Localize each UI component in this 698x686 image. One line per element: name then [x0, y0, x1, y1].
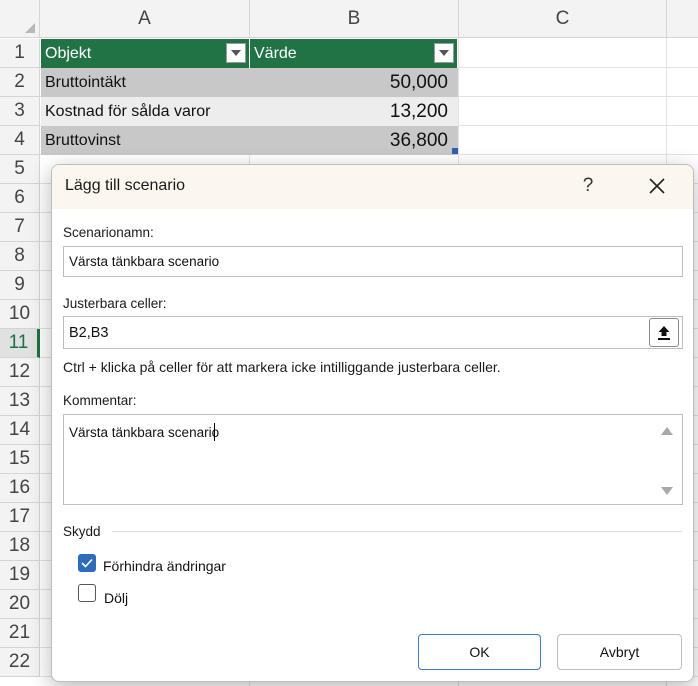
column-header-c[interactable]: C — [459, 0, 667, 38]
table-cell[interactable]: Kostnad för sålda varor — [41, 97, 250, 126]
comment-text: Värsta tänkbara scenario — [69, 425, 220, 440]
row-header-2[interactable]: 2 — [0, 68, 40, 97]
row-header-7[interactable]: 7 — [0, 213, 40, 242]
collapse-dialog-button[interactable] — [649, 318, 679, 347]
prevent-changes-label[interactable]: Förhindra ändringar — [103, 558, 226, 574]
row-header-12[interactable]: 12 — [0, 358, 40, 387]
row-header-22[interactable]: 22 — [0, 648, 40, 677]
row-header-19[interactable]: 19 — [0, 561, 40, 590]
row-header-8[interactable]: 8 — [0, 242, 40, 271]
comment-label: Kommentar: — [63, 393, 137, 408]
row-header-1[interactable]: 1 — [0, 39, 40, 68]
filter-dropdown-icon[interactable] — [434, 43, 454, 63]
upload-arrow-icon — [658, 326, 670, 340]
row-header-21[interactable]: 21 — [0, 619, 40, 648]
changing-cells-label: Justerbara celler: — [63, 296, 167, 311]
row-header-10[interactable]: 10 — [0, 300, 40, 329]
row-header-15[interactable]: 15 — [0, 445, 40, 474]
column-header-b[interactable]: B — [250, 0, 459, 38]
row-header-13[interactable]: 13 — [0, 387, 40, 416]
scroll-down-arrow-icon[interactable] — [661, 487, 673, 495]
filter-dropdown-icon[interactable] — [226, 43, 246, 63]
close-button[interactable] — [642, 171, 672, 201]
row-header-3[interactable]: 3 — [0, 97, 40, 126]
column-header-a[interactable]: A — [40, 0, 250, 38]
checkmark-icon — [81, 558, 93, 568]
table-header-label: Objekt — [45, 44, 92, 62]
row-header-5[interactable]: 5 — [0, 155, 40, 184]
ok-button[interactable]: OK — [418, 634, 541, 670]
dialog-title: Lägg till scenario — [65, 177, 186, 194]
table-header-label: Värde — [254, 44, 297, 62]
row-header-11[interactable]: 11 — [0, 329, 40, 358]
protection-separator — [112, 531, 682, 532]
row-header-14[interactable]: 14 — [0, 416, 40, 445]
table-cell[interactable]: 36,800 — [250, 126, 458, 155]
table-header-objekt[interactable]: Objekt — [41, 39, 250, 68]
table-cell[interactable]: Bruttointäkt — [41, 68, 250, 97]
row-header-6[interactable]: 6 — [0, 184, 40, 213]
table-cell[interactable]: Bruttovinst — [41, 126, 250, 155]
row-header-20[interactable]: 20 — [0, 590, 40, 619]
select-all-corner[interactable] — [0, 0, 40, 38]
scroll-up-arrow-icon[interactable] — [661, 427, 673, 435]
help-button[interactable]: ? — [574, 171, 602, 201]
dialog-titlebar: Lägg till scenario ? — [52, 165, 693, 209]
cancel-button[interactable]: Avbryt — [557, 634, 682, 670]
column-header-d[interactable] — [667, 0, 698, 38]
row-header-4[interactable]: 4 — [0, 126, 40, 155]
table-resize-handle[interactable] — [452, 148, 458, 154]
text-cursor — [214, 423, 215, 441]
scenario-name-input[interactable]: Värsta tänkbara scenario — [63, 246, 683, 277]
protection-label: Skydd — [63, 524, 101, 539]
row-header-16[interactable]: 16 — [0, 474, 40, 503]
changing-cells-input[interactable]: B2,B3 — [63, 316, 683, 349]
select-all-triangle-icon — [25, 23, 35, 33]
hide-label[interactable]: Dölj — [104, 590, 128, 606]
add-scenario-dialog: Lägg till scenario ? Scenarionamn: Värst… — [51, 164, 694, 682]
changing-cells-hint: Ctrl + klicka på celler för att markera … — [63, 359, 501, 375]
row-header-9[interactable]: 9 — [0, 271, 40, 300]
row-header-18[interactable]: 18 — [0, 532, 40, 561]
hide-checkbox[interactable] — [78, 584, 96, 602]
changing-cells-value: B2,B3 — [69, 324, 109, 341]
close-icon — [649, 178, 665, 194]
row-header-17[interactable]: 17 — [0, 503, 40, 532]
table-header-varde[interactable]: Värde — [250, 39, 458, 68]
comment-textarea[interactable]: Värsta tänkbara scenario — [63, 414, 683, 505]
scenario-name-label: Scenarionamn: — [63, 225, 154, 240]
prevent-changes-checkbox[interactable] — [78, 554, 96, 572]
table-cell[interactable]: 13,200 — [250, 97, 458, 126]
table-cell[interactable]: 50,000 — [250, 68, 458, 97]
